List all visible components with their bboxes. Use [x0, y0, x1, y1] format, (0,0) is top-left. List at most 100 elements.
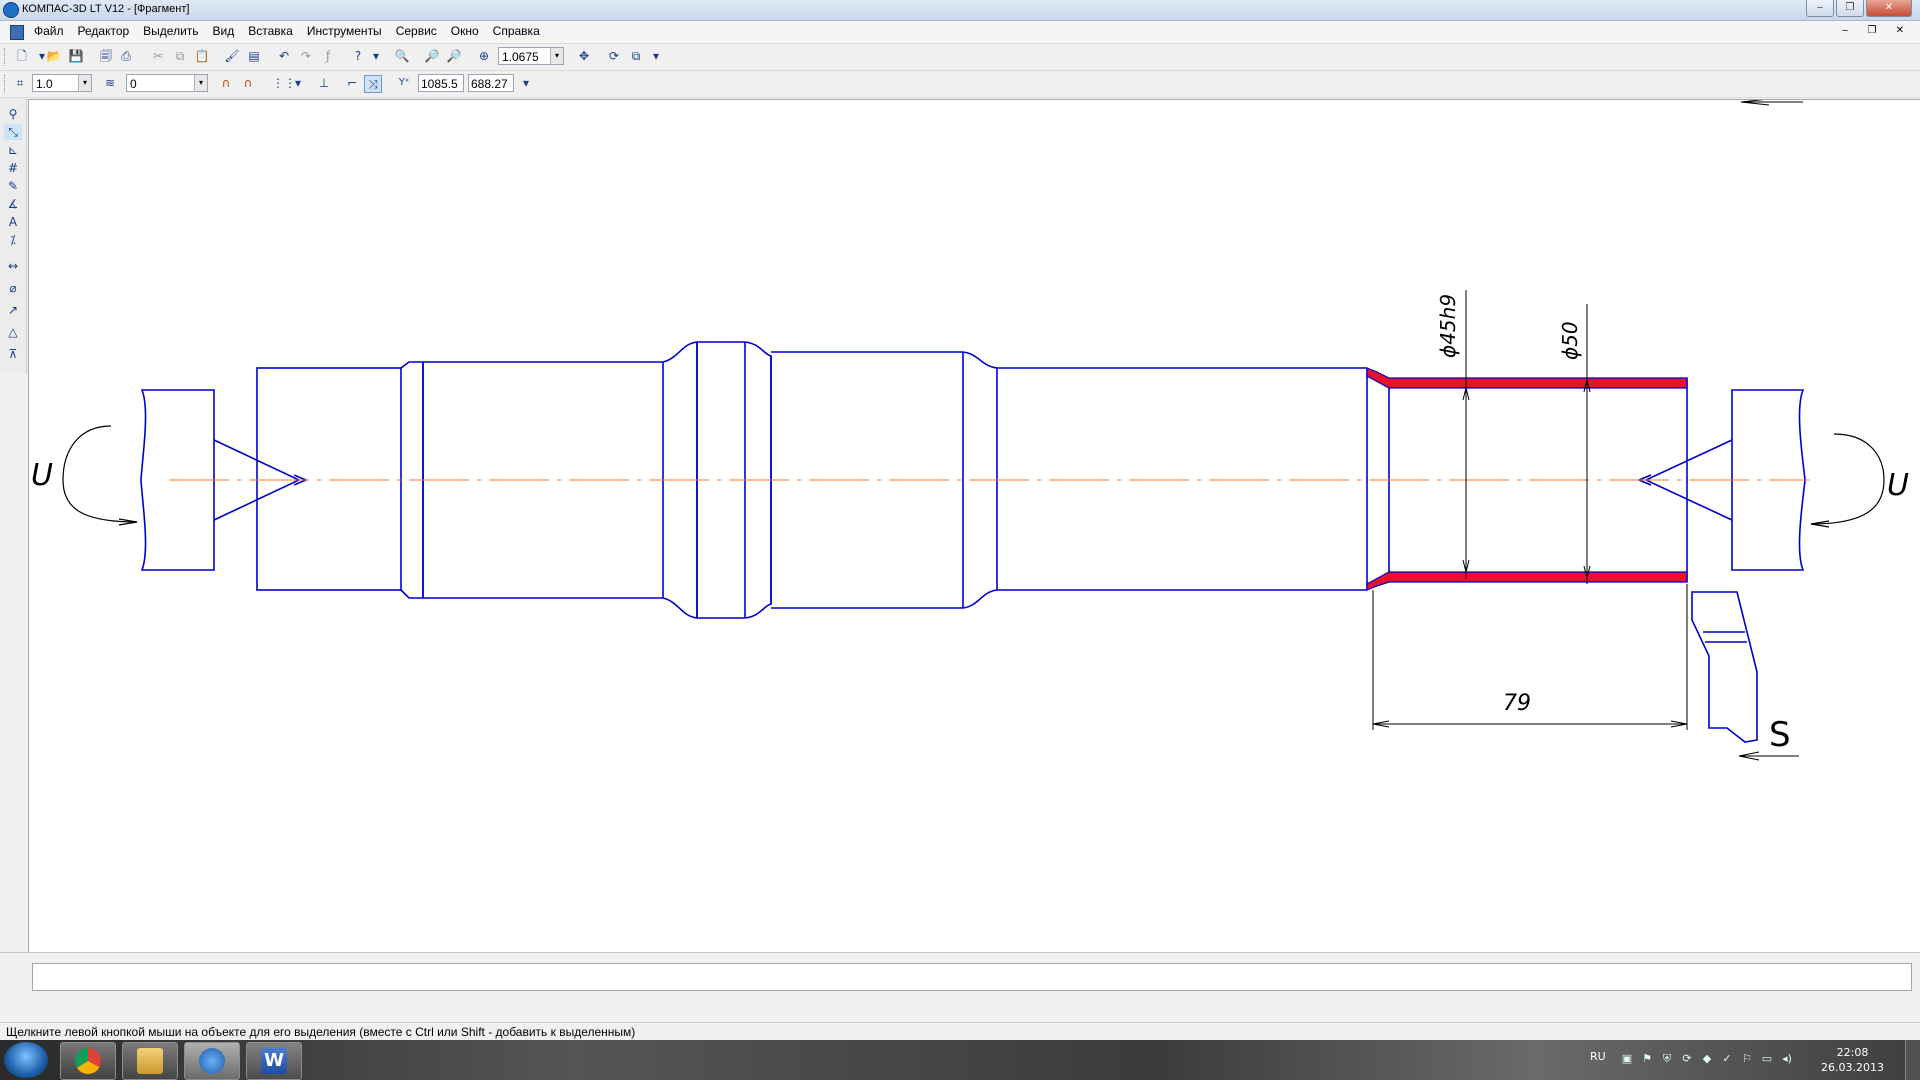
system-clock[interactable]: 22:08 26.03.2013 [1821, 1045, 1884, 1075]
previous-view-icon[interactable]: ⧉ [628, 48, 644, 64]
redo-icon[interactable]: ↷ [298, 48, 314, 64]
help-pointer-icon[interactable]: ? [350, 48, 366, 64]
machining-allowance[interactable] [1366, 367, 1688, 591]
property-field[interactable] [32, 963, 1912, 991]
undo-icon[interactable]: ↶ [276, 48, 292, 64]
roughness-icon[interactable]: ⊼ [4, 346, 22, 362]
shaft-drawing: U U ϕ45h9 ϕ50 79 S [31, 98, 1909, 761]
menu-select[interactable]: Выделить [143, 24, 198, 38]
menu-tools[interactable]: Инструменты [307, 24, 382, 38]
tray-check-icon[interactable]: ✓ [1720, 1052, 1734, 1066]
mdi-controls[interactable]: ‒ ❐ ✕ [1842, 25, 1912, 36]
taskbar-explorer[interactable] [122, 1042, 178, 1080]
measure-icon[interactable]: ⁒ [4, 232, 22, 248]
step-dropdown-icon[interactable]: ▾ [78, 75, 91, 91]
snap-magnet-icon[interactable]: ∩ [218, 75, 234, 91]
open-icon[interactable]: 📂 [46, 48, 62, 64]
hatch-icon[interactable]: # [4, 160, 22, 176]
tray-icons: ▣ ⚑ ⛨ ⟳ ◆ ✓ ⚐ ▭ ◂) [1620, 1052, 1800, 1066]
taskbar-word[interactable]: W [246, 1042, 302, 1080]
taskbar-kompas[interactable] [184, 1042, 240, 1080]
tray-volume-icon[interactable]: ◂) [1780, 1052, 1794, 1066]
grid-icon[interactable]: ⋮⋮ [272, 75, 296, 91]
diameter-dim-icon[interactable]: ⌀ [4, 280, 22, 296]
menu-service[interactable]: Сервис [396, 24, 437, 38]
zoom-scale-icon[interactable]: 🔎 [424, 48, 440, 64]
cutting-tool[interactable] [1691, 591, 1758, 743]
step-field[interactable]: 1.0 ▾ [32, 74, 92, 92]
pan-icon[interactable]: ✥ [576, 48, 592, 64]
grid-dropdown-icon[interactable]: ▾ [290, 75, 306, 91]
tray-nvidia-icon[interactable]: ◆ [1700, 1052, 1714, 1066]
dim-length-label: 79 [1503, 691, 1531, 716]
maximize-button[interactable]: ❐ [1836, 0, 1864, 17]
folder-icon [137, 1048, 163, 1074]
radial-dim-icon[interactable]: ↗ [4, 302, 22, 318]
paste-icon[interactable]: 📋 [194, 48, 210, 64]
tray-app-icon[interactable]: ▣ [1620, 1052, 1634, 1066]
menu-file[interactable]: Файл [34, 24, 64, 38]
tray-sync-icon[interactable]: ⟳ [1680, 1052, 1694, 1066]
geometry-icon[interactable]: ⚲ [4, 106, 22, 122]
snap-magnet-2-icon[interactable]: ∩ [240, 75, 256, 91]
menu-view[interactable]: Вид [213, 24, 235, 38]
copy-icon[interactable]: ⧉ [172, 48, 188, 64]
local-cs-icon[interactable]: ⊥ [316, 75, 332, 91]
menu-help[interactable]: Справка [493, 24, 540, 38]
print-icon[interactable]: ⎙ [118, 48, 134, 64]
toolbar-grip[interactable] [4, 48, 8, 66]
layer-dropdown-icon[interactable]: ▾ [194, 75, 207, 91]
zoom-in-icon[interactable]: ⊕ [476, 48, 492, 64]
minimize-button[interactable]: ‒ [1806, 0, 1834, 17]
close-button[interactable]: ✕ [1866, 0, 1912, 17]
new-document-icon[interactable]: 🗋 [14, 48, 30, 64]
zoom-all-icon[interactable]: 🔎 [446, 48, 462, 64]
show-desktop-button[interactable] [1905, 1040, 1920, 1080]
function-icon[interactable]: ƒ [320, 48, 336, 64]
menu-insert[interactable]: Вставка [248, 24, 293, 38]
parametric-icon[interactable]: ⤨ [364, 75, 382, 93]
coord-x-field[interactable]: 1085.5 [418, 74, 464, 92]
save-icon[interactable]: 💾 [68, 48, 84, 64]
tray-flag-icon[interactable]: ⚑ [1640, 1052, 1654, 1066]
menu-edit[interactable]: Редактор [78, 24, 130, 38]
linear-dim-icon[interactable]: ↔ [4, 258, 22, 274]
start-button[interactable] [4, 1042, 48, 1078]
overflow-icon-2[interactable]: ▾ [648, 48, 664, 64]
overflow-icon[interactable]: ▾ [368, 48, 384, 64]
parametrize-icon[interactable]: ∡ [4, 196, 22, 212]
angular-dim-icon[interactable]: △ [4, 324, 22, 340]
kompas-app-icon[interactable] [3, 2, 19, 18]
zoom-field[interactable]: 1.0675 ▾ [498, 47, 564, 65]
edit-points-icon[interactable]: ⤡ [4, 124, 22, 140]
zoom-dropdown-icon[interactable]: ▾ [550, 48, 563, 64]
menu-window[interactable]: Окно [451, 24, 479, 38]
language-indicator[interactable]: RU [1590, 1050, 1606, 1063]
layer-field[interactable]: 0 ▾ [126, 74, 208, 92]
cursor-step-icon[interactable]: ⌗ [12, 75, 28, 91]
diameter-dimension-45[interactable] [1462, 290, 1470, 578]
clock-date: 26.03.2013 [1821, 1061, 1884, 1074]
zoom-window-icon[interactable]: 🔍 [394, 48, 410, 64]
tray-battery-icon[interactable]: ▭ [1760, 1052, 1774, 1066]
overflow-icon-3[interactable]: ▾ [518, 75, 534, 91]
dimensions-icon[interactable]: ⊾ [4, 142, 22, 158]
tray-shield-icon[interactable]: ⛨ [1660, 1052, 1674, 1066]
tray-flag2-icon[interactable]: ⚐ [1740, 1052, 1754, 1066]
properties-icon[interactable]: ▤ [246, 48, 262, 64]
print-preview-icon[interactable]: 🗐 [98, 48, 114, 64]
compact-toolbar: ⚲ ⤡ ⊾ # ✎ ∡ A ⁒ ↔ ⌀ ↗ △ ⊼ [0, 98, 27, 374]
coord-y-field[interactable]: 688.27 [468, 74, 514, 92]
layer-icon[interactable]: ≋ [102, 75, 118, 91]
edit-icon[interactable]: ✎ [4, 178, 22, 194]
format-brush-icon[interactable]: 🖌 [224, 48, 240, 64]
drawing-canvas[interactable]: U U ϕ45h9 ϕ50 79 S [28, 98, 1920, 952]
refresh-view-icon[interactable]: ⟳ [606, 48, 622, 64]
ortho-icon[interactable]: ⌐ [344, 75, 360, 91]
text-icon[interactable]: A [4, 214, 22, 230]
toolbar-grip-2[interactable] [4, 75, 8, 93]
taskbar-chrome[interactable] [60, 1042, 116, 1080]
cut-icon[interactable]: ✂ [150, 48, 166, 64]
document-icon[interactable] [10, 25, 24, 40]
diameter-dimension-50[interactable] [1583, 304, 1591, 584]
